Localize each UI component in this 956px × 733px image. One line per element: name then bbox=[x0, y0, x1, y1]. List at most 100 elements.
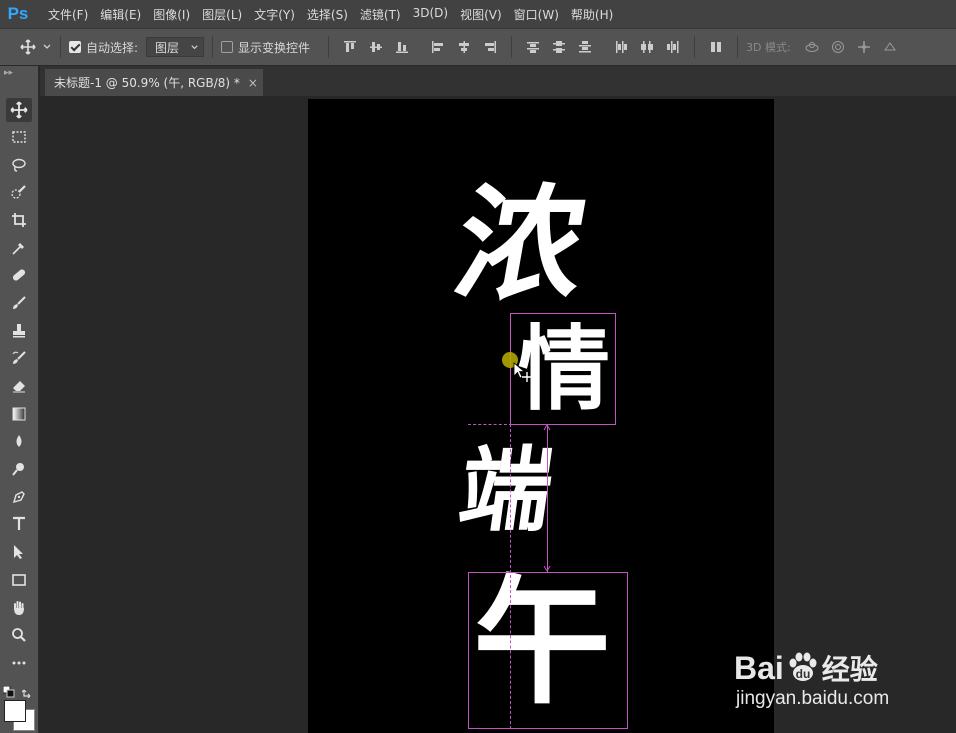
smart-guide bbox=[468, 424, 512, 425]
distribute-right-icon[interactable] bbox=[666, 40, 680, 54]
show-transform-checkbox[interactable] bbox=[221, 41, 234, 53]
crop-tool[interactable] bbox=[6, 208, 32, 232]
tools-panel: ▸▸ bbox=[0, 66, 39, 733]
distance-guide-arrows bbox=[543, 424, 551, 572]
healing-brush-tool[interactable] bbox=[6, 263, 32, 287]
menu-item-10[interactable]: 帮助(H) bbox=[571, 6, 613, 23]
gradient-tool[interactable] bbox=[6, 402, 32, 426]
chevron-down-icon bbox=[43, 44, 51, 49]
pen-tool[interactable] bbox=[6, 485, 32, 509]
marquee-icon bbox=[12, 131, 26, 143]
lasso-tool[interactable] bbox=[6, 153, 32, 177]
divider bbox=[328, 36, 330, 58]
menu-bar: Ps 文件(F) 编辑(E) 图像(I) 图层(L) 文字(Y) 选择(S) 滤镜(T) 3D… bbox=[0, 0, 956, 28]
rectangle-tool[interactable] bbox=[6, 568, 32, 592]
more-tools[interactable] bbox=[6, 651, 32, 675]
baidu-brand: Bai bbox=[734, 649, 784, 686]
arrow-cursor-icon bbox=[14, 545, 23, 559]
divider bbox=[212, 36, 214, 58]
quick-select-tool[interactable] bbox=[6, 180, 32, 204]
divider bbox=[737, 36, 739, 58]
distribute-vcenter-icon[interactable] bbox=[552, 40, 566, 54]
blur-tool[interactable] bbox=[6, 429, 32, 453]
document-tab[interactable]: 未标题-1 @ 50.9% (午, RGB/8) * × bbox=[45, 69, 263, 96]
chevron-down-icon bbox=[191, 44, 198, 49]
distribute-hcenter-icon[interactable] bbox=[640, 40, 654, 54]
zoom-tool[interactable] bbox=[6, 623, 32, 647]
align-hcenter-icon[interactable] bbox=[457, 40, 471, 54]
text-layer-1[interactable]: 浓 bbox=[445, 170, 597, 318]
distribute-bottom-icon[interactable] bbox=[578, 40, 592, 54]
pan-3d-icon[interactable] bbox=[857, 40, 871, 54]
menu-list: 文件(F) 编辑(E) 图像(I) 图层(L) 文字(Y) 选择(S) 滤镜(T) 3D(D)… bbox=[36, 6, 613, 23]
mode-3d-label: 3D 模式: bbox=[746, 41, 791, 54]
dodge-tool[interactable] bbox=[6, 457, 32, 481]
3d-mode-buttons bbox=[799, 40, 903, 54]
roll-3d-icon[interactable] bbox=[831, 40, 845, 54]
droplet-icon bbox=[16, 435, 22, 447]
eyedropper-tool[interactable] bbox=[6, 236, 32, 260]
hand-tool[interactable] bbox=[6, 596, 32, 620]
rectangle-icon bbox=[12, 574, 26, 586]
pen-icon bbox=[12, 491, 25, 504]
document-tab-title: 未标题-1 @ 50.9% (午, RGB/8) * bbox=[54, 76, 240, 90]
document-canvas[interactable]: 浓 情 端 午 bbox=[308, 99, 774, 733]
auto-select-label: 自动选择: bbox=[86, 40, 139, 55]
align-top-icon[interactable] bbox=[343, 40, 357, 54]
move-tool[interactable] bbox=[6, 98, 32, 122]
menu-item-6[interactable]: 滤镜(T) bbox=[360, 6, 401, 23]
stamp-icon bbox=[13, 324, 25, 338]
baidu-watermark: Bai du 经验 jingyan.baidu.com bbox=[734, 626, 934, 721]
clone-stamp-tool[interactable] bbox=[6, 319, 32, 343]
marquee-tool[interactable] bbox=[6, 125, 32, 149]
brush-tool[interactable] bbox=[6, 291, 32, 315]
eraser-icon bbox=[13, 381, 25, 393]
divider bbox=[511, 36, 513, 58]
baidu-url: jingyan.baidu.com bbox=[736, 688, 890, 709]
selected-layer-bounds bbox=[468, 572, 628, 729]
align-right-icon[interactable] bbox=[483, 40, 497, 54]
close-icon[interactable]: × bbox=[248, 76, 258, 90]
menu-item-9[interactable]: 窗口(W) bbox=[514, 6, 559, 23]
align-bottom-icon[interactable] bbox=[395, 40, 409, 54]
hand-icon bbox=[14, 601, 24, 615]
align-vcenter-icon[interactable] bbox=[369, 40, 383, 54]
menu-item-3[interactable]: 图层(L) bbox=[202, 6, 242, 23]
eraser-tool[interactable] bbox=[6, 374, 32, 398]
menu-item-4[interactable]: 文字(Y) bbox=[254, 6, 295, 23]
layer-select[interactable]: 图层 bbox=[146, 37, 205, 57]
move-cursor-icon bbox=[513, 362, 532, 382]
auto-align-icon[interactable] bbox=[709, 40, 723, 54]
menu-item-7[interactable]: 3D(D) bbox=[413, 6, 448, 23]
align-left-icon[interactable] bbox=[431, 40, 445, 54]
type-tool[interactable] bbox=[6, 512, 32, 536]
show-transform-option[interactable]: 显示变换控件 bbox=[221, 39, 310, 56]
orbit-3d-icon[interactable] bbox=[805, 40, 819, 54]
move-icon bbox=[20, 39, 36, 55]
slide-3d-icon[interactable] bbox=[883, 40, 897, 54]
menu-item-2[interactable]: 图像(I) bbox=[153, 6, 190, 23]
distribute-buttons bbox=[520, 40, 686, 54]
brush-icon bbox=[13, 296, 26, 309]
move-tool-preset[interactable] bbox=[20, 39, 52, 55]
menu-item-1[interactable]: 编辑(E) bbox=[100, 6, 141, 23]
divider bbox=[60, 36, 61, 58]
smart-guide bbox=[510, 424, 511, 729]
app-logo[interactable]: Ps bbox=[0, 0, 36, 28]
panel-collapse-icon[interactable]: ▸▸ bbox=[4, 68, 13, 78]
history-brush-tool[interactable] bbox=[6, 346, 32, 370]
path-select-tool[interactable] bbox=[6, 540, 32, 564]
foreground-color-swatch[interactable] bbox=[4, 700, 26, 722]
menu-item-0[interactable]: 文件(F) bbox=[48, 6, 88, 23]
ellipsis-icon bbox=[12, 661, 26, 665]
history-brush-icon bbox=[12, 351, 26, 364]
magnifier-icon bbox=[12, 628, 26, 642]
auto-select-checkbox[interactable] bbox=[69, 41, 81, 53]
distribute-left-icon[interactable] bbox=[614, 40, 628, 54]
crop-icon bbox=[12, 213, 26, 227]
menu-item-5[interactable]: 选择(S) bbox=[307, 6, 348, 23]
bandage-icon bbox=[12, 269, 26, 281]
menu-item-8[interactable]: 视图(V) bbox=[460, 6, 502, 23]
auto-select-option[interactable]: 自动选择: bbox=[69, 39, 138, 56]
distribute-top-icon[interactable] bbox=[526, 40, 540, 54]
